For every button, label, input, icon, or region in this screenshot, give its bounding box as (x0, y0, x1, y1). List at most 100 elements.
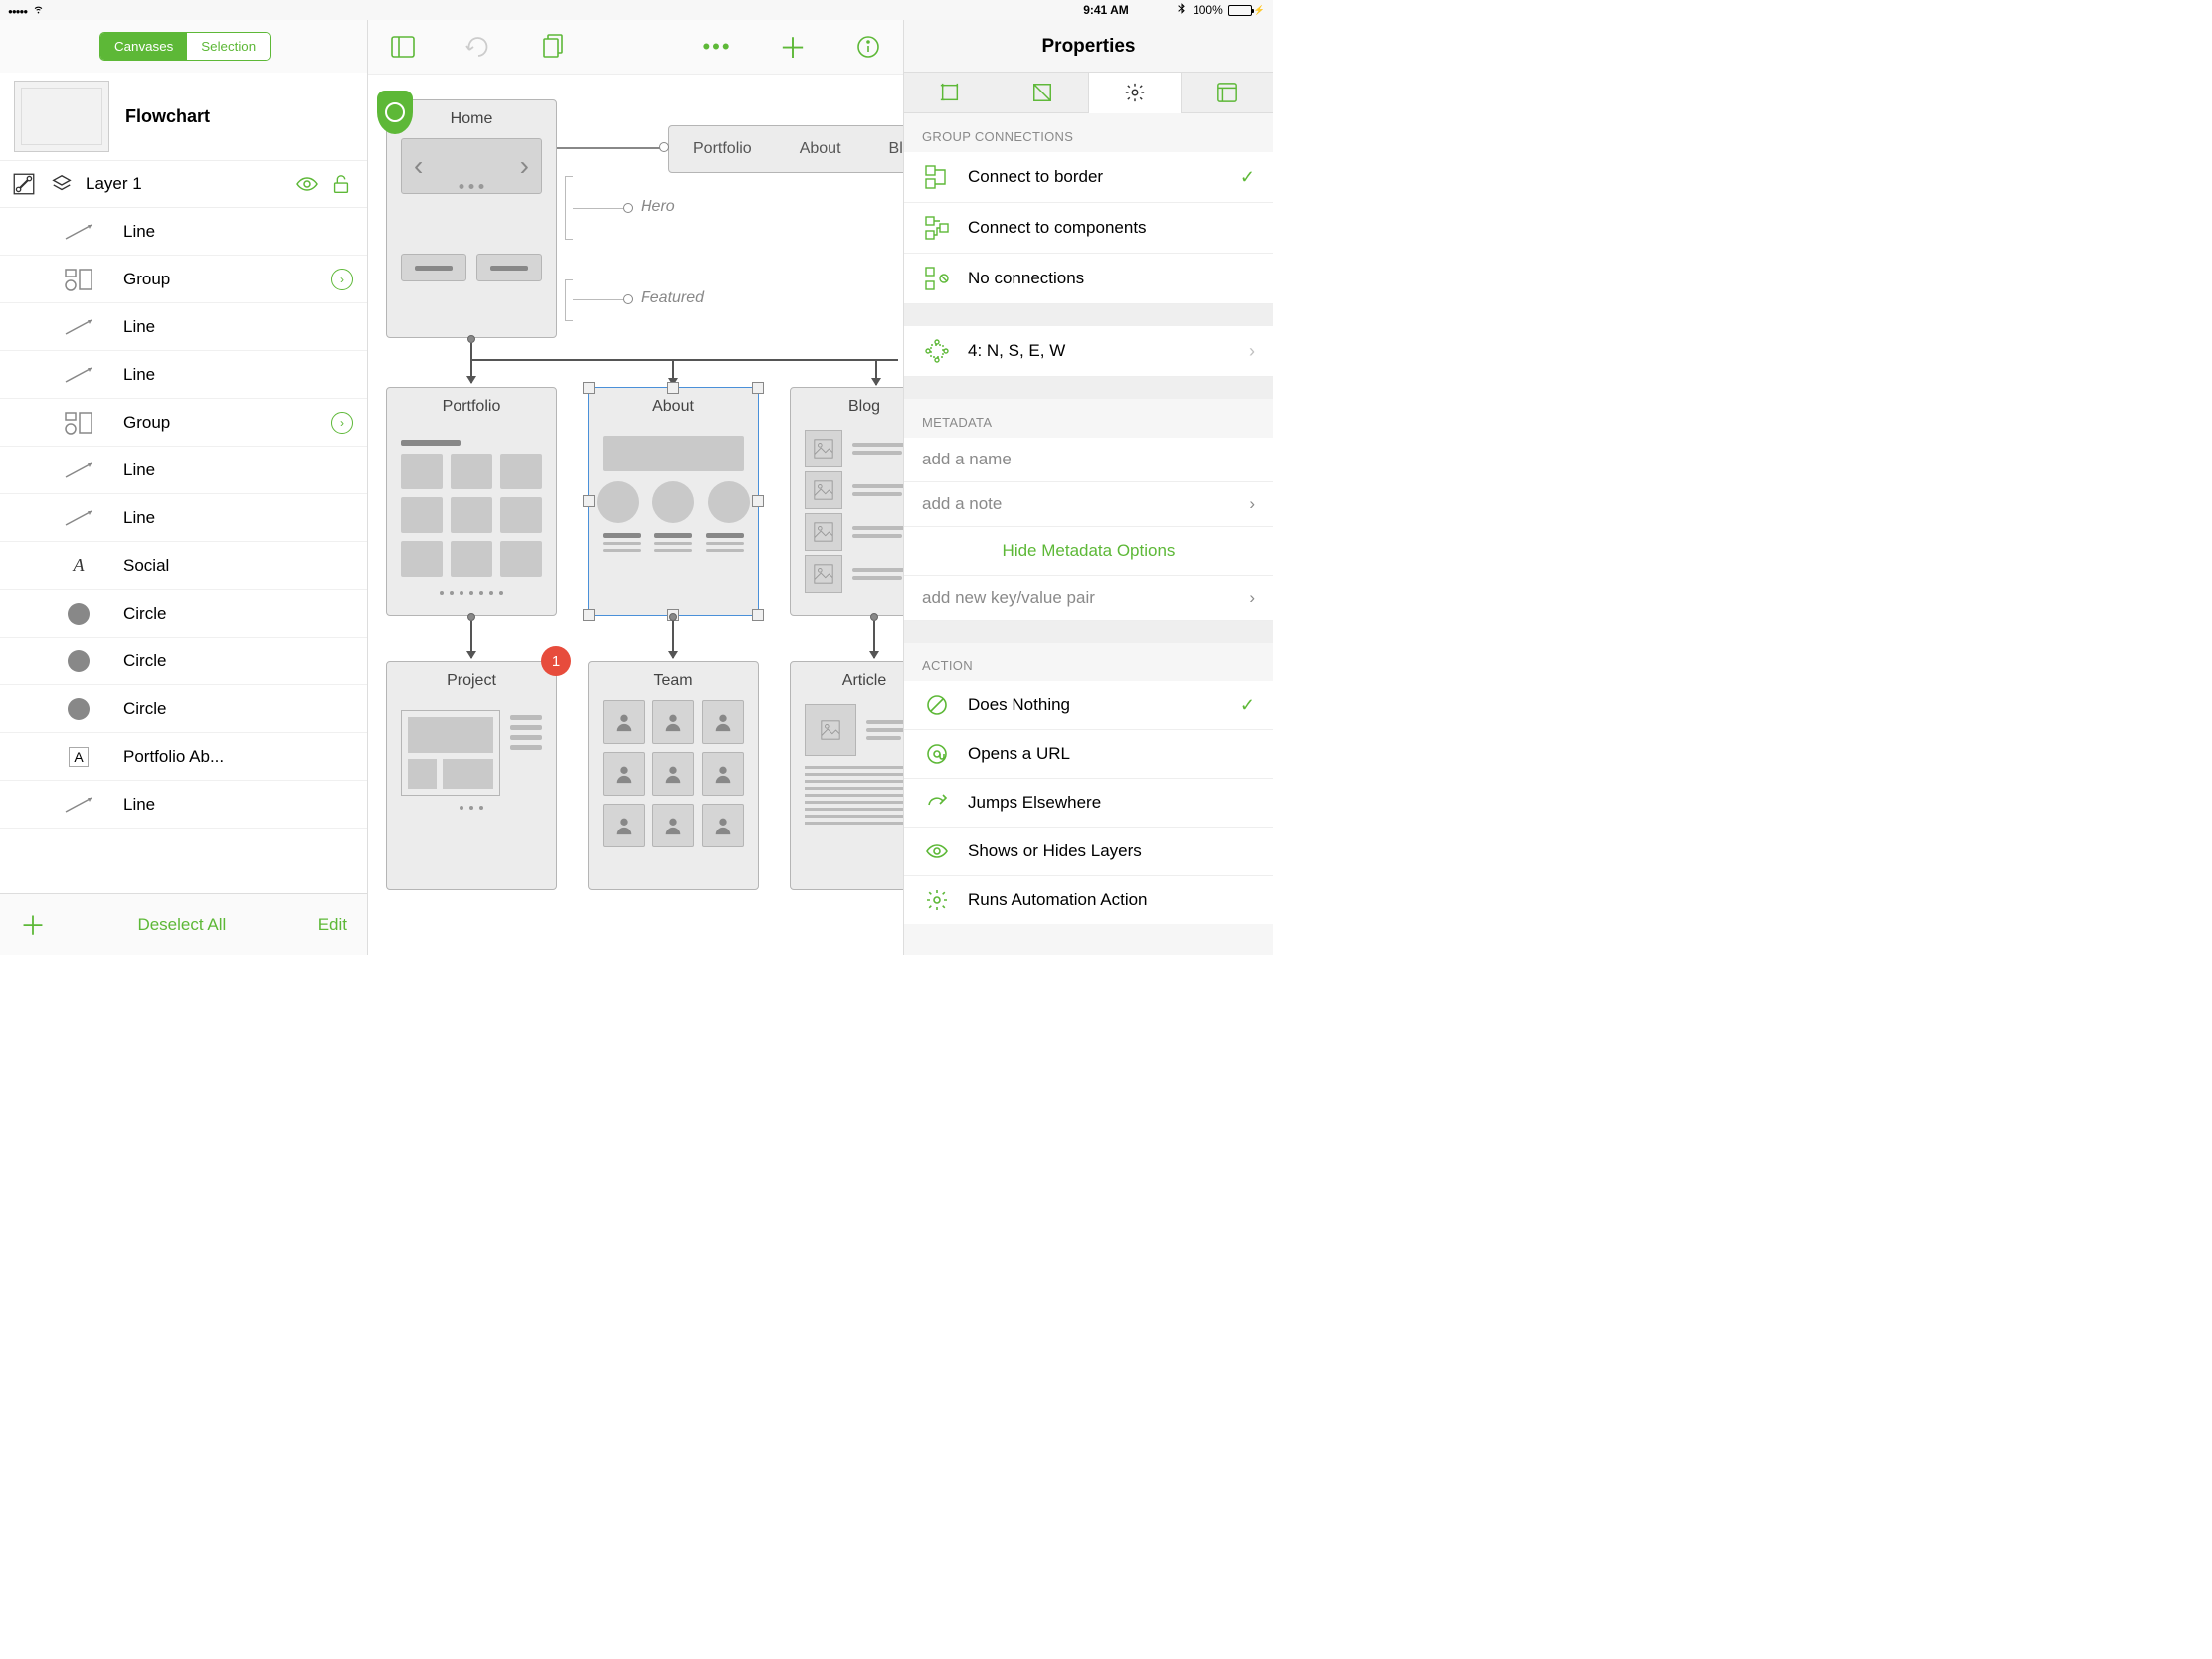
section-metadata: METADATA (904, 399, 1273, 438)
list-item[interactable]: Line (0, 781, 367, 829)
wireframe-project[interactable]: Project (386, 661, 557, 890)
action-shows-hides-layers[interactable]: Shows or Hides Layers (904, 828, 1273, 876)
canvas-body[interactable]: Portfolio About Blog Home ‹› Hero (368, 75, 903, 955)
deselect-all-button[interactable]: Deselect All (137, 915, 226, 935)
list-item[interactable]: Line (0, 208, 367, 256)
text-icon: A (48, 555, 109, 576)
line-icon (48, 317, 109, 337)
wireframe-about-selected[interactable]: About (588, 387, 759, 616)
list-item[interactable]: Line (0, 351, 367, 399)
list-item[interactable]: A Social (0, 542, 367, 590)
annotation-featured: Featured (641, 289, 704, 307)
check-icon: ✓ (1240, 695, 1255, 716)
comment-badge[interactable]: 1 (541, 646, 571, 676)
list-item[interactable]: Line (0, 447, 367, 494)
list-item[interactable]: Line (0, 303, 367, 351)
action-opens-url[interactable]: Opens a URL (904, 730, 1273, 779)
list-item[interactable]: Group› (0, 399, 367, 447)
list-item[interactable]: Circle (0, 638, 367, 685)
tab-canvases[interactable]: Canvases (100, 33, 187, 60)
more-icon[interactable]: ••• (702, 32, 732, 62)
wireframe-home[interactable]: Home ‹› (386, 99, 557, 338)
edit-button[interactable]: Edit (318, 915, 347, 935)
list-item-label: Line (123, 317, 353, 337)
prop-tab-style-icon[interactable] (997, 72, 1089, 113)
list-item[interactable]: Group › (0, 256, 367, 303)
eye-icon (922, 839, 952, 863)
layer-name: Layer 1 (86, 174, 285, 194)
layer-stack-icon (48, 173, 76, 195)
list-item-label: Group (123, 270, 317, 289)
line-icon (48, 222, 109, 242)
circle-icon (48, 601, 109, 627)
prop-tab-settings-icon[interactable] (1089, 72, 1182, 113)
metadata-note-input[interactable]: add a note › (904, 482, 1273, 527)
option-magnets[interactable]: 4: N, S, E, W › (904, 326, 1273, 377)
unlock-icon[interactable] (329, 173, 353, 195)
wireframe-article[interactable]: Article (790, 661, 903, 890)
list-item-label: Line (123, 795, 353, 815)
at-icon (922, 742, 952, 766)
wireframe-blog[interactable]: Blog (790, 387, 903, 616)
canvas-title: Flowchart (125, 106, 210, 127)
visibility-icon[interactable] (295, 172, 319, 196)
add-button[interactable]: ＋ (20, 906, 46, 943)
check-icon: ✓ (1240, 167, 1255, 188)
circle-icon (48, 696, 109, 722)
option-connect-components[interactable]: Connect to components (904, 203, 1273, 254)
canvas-row[interactable]: Flowchart (0, 73, 367, 161)
prop-tab-geometry-icon[interactable] (904, 72, 997, 113)
line-icon (48, 795, 109, 815)
presentation-pin-icon (377, 91, 413, 134)
info-icon[interactable] (853, 32, 883, 62)
metadata-kv-input[interactable]: add new key/value pair › (904, 576, 1273, 621)
list-item[interactable]: APortfolio Ab... (0, 733, 367, 781)
signal-dots-icon (8, 3, 27, 17)
list-item[interactable]: Circle (0, 685, 367, 733)
status-bar: 9:41 AM 100% ⚡ (0, 0, 1273, 20)
group-icon (48, 411, 109, 435)
canvas-toolbar: ••• ＋ (368, 20, 903, 75)
option-no-connections[interactable]: No connections (904, 254, 1273, 304)
battery-icon: ⚡ (1228, 5, 1265, 16)
prop-tab-canvas-icon[interactable] (1181, 72, 1273, 113)
list-item[interactable]: Circle (0, 590, 367, 638)
connect-border-icon (922, 164, 952, 190)
list-item-label: Social (123, 556, 353, 576)
action-does-nothing[interactable]: Does Nothing ✓ (904, 681, 1273, 730)
documents-icon[interactable] (539, 32, 569, 62)
list-item-label: Circle (123, 651, 353, 671)
chevron-right-icon: › (1249, 494, 1255, 514)
no-connections-icon (922, 266, 952, 291)
action-runs-automation[interactable]: Runs Automation Action (904, 876, 1273, 924)
action-jumps-elsewhere[interactable]: Jumps Elsewhere (904, 779, 1273, 828)
list-item-label: Portfolio Ab... (123, 747, 353, 767)
expand-icon[interactable]: › (331, 269, 353, 290)
list-item-label: Circle (123, 604, 353, 624)
expand-icon[interactable]: › (331, 412, 353, 434)
automation-icon (922, 888, 952, 912)
status-time: 9:41 AM (1083, 3, 1129, 17)
add-shape-icon[interactable]: ＋ (778, 32, 808, 62)
wireframe-portfolio[interactable]: Portfolio (386, 387, 557, 616)
option-connect-border[interactable]: Connect to border ✓ (904, 152, 1273, 203)
left-sidebar: Canvases Selection Flowchart Layer 1 Lin… (0, 20, 368, 955)
section-group-connections: GROUP CONNECTIONS (904, 113, 1273, 152)
group-icon (48, 268, 109, 291)
layer-header[interactable]: Layer 1 (0, 161, 367, 208)
charging-icon: ⚡ (1254, 5, 1265, 16)
list-item-label: Line (123, 222, 353, 242)
bluetooth-icon (1175, 2, 1188, 18)
list-item[interactable]: Line (0, 494, 367, 542)
battery-percent: 100% (1193, 3, 1223, 17)
tab-selection[interactable]: Selection (187, 33, 270, 60)
line-icon (48, 365, 109, 385)
wireframe-team[interactable]: Team (588, 661, 759, 890)
sidebar-toggle-icon[interactable] (388, 32, 418, 62)
hide-metadata-button[interactable]: Hide Metadata Options (904, 527, 1273, 576)
metadata-name-input[interactable]: add a name (904, 438, 1273, 482)
undo-icon[interactable] (463, 32, 493, 62)
canvas-thumbnail (14, 81, 109, 152)
list-item-label: Line (123, 461, 353, 480)
list-item-label: Line (123, 508, 353, 528)
